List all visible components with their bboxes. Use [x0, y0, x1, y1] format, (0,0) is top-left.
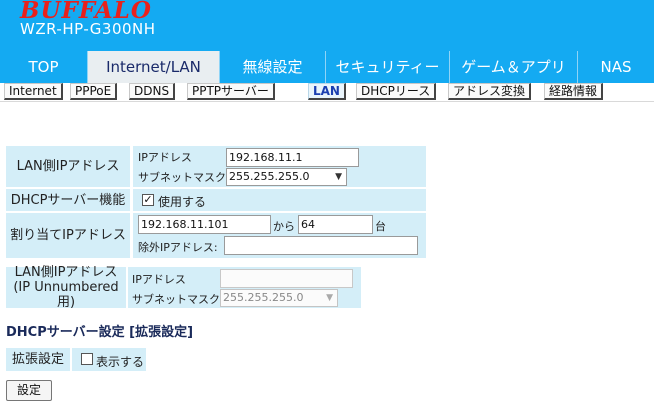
- unnumbered-mask-field-label: サブネットマスク: [132, 293, 220, 306]
- lan-ip-label: LAN側IPアドレス: [6, 146, 130, 187]
- unnumbered-ip-input[interactable]: [220, 269, 353, 288]
- unit-label: 台: [375, 220, 386, 233]
- extended-show-label: 表示する: [96, 355, 145, 369]
- submit-button[interactable]: 設定: [6, 380, 52, 401]
- chevron-down-icon: ▼: [326, 293, 333, 303]
- header-bar: BUFFALO WZR-HP-G300NH: [0, 0, 654, 51]
- section-title: DHCPサーバー設定 [拡張設定]: [6, 325, 194, 340]
- subtab-address-translation[interactable]: アドレス変換: [448, 83, 532, 100]
- dhcp-server-cell: ✓ 使用する: [133, 189, 426, 211]
- lan-mask-field-label: サブネットマスク: [138, 171, 226, 184]
- assign-start-input[interactable]: 192.168.11.101: [138, 215, 271, 234]
- assign-ip-label: 割り当てIPアドレス: [6, 213, 130, 258]
- dhcp-use-checkbox[interactable]: ✓: [142, 194, 154, 206]
- model-name: WZR-HP-G300NH: [20, 20, 156, 38]
- unnumbered-ip-field-label: IPアドレス: [132, 273, 186, 286]
- lan-ip-input[interactable]: 192.168.11.1: [226, 148, 359, 167]
- unnumbered-mask-select[interactable]: 255.255.255.0 ▼: [220, 289, 338, 307]
- subtab-lan[interactable]: LAN: [308, 83, 346, 100]
- lan-ip-field-label: IPアドレス: [138, 151, 192, 164]
- dhcp-use-label: 使用する: [158, 195, 207, 209]
- from-label: から: [273, 220, 295, 233]
- assign-count-input[interactable]: 64: [298, 215, 373, 234]
- unnumbered-label-line1: LAN側IPアドレス: [14, 265, 118, 280]
- subtab-ddns[interactable]: DDNS: [129, 83, 176, 100]
- subtab-dhcp-lease[interactable]: DHCPリース: [356, 83, 437, 100]
- subnav-divider: [0, 101, 654, 102]
- dhcp-server-label: DHCPサーバー機能: [6, 189, 130, 211]
- unnumbered-label-line2: (IP Unnumbered用): [13, 280, 119, 310]
- subtab-routing-info[interactable]: 経路情報: [544, 83, 604, 100]
- unnumbered-label: LAN側IPアドレス (IP Unnumbered用): [6, 265, 126, 310]
- tab-game-apps[interactable]: ゲーム＆アプリ: [450, 51, 578, 83]
- exclude-ip-label: 除外IPアドレス:: [138, 241, 218, 254]
- chevron-down-icon: ▼: [335, 172, 342, 182]
- unnumbered-cell: IPアドレス サブネットマスク 255.255.255.0 ▼: [128, 267, 361, 308]
- assign-ip-cell: 192.168.11.101 から 64 台 除外IPアドレス:: [133, 213, 426, 258]
- extended-cell: 表示する: [72, 348, 146, 371]
- extended-show-checkbox[interactable]: [81, 353, 93, 365]
- tab-top[interactable]: TOP: [0, 51, 88, 83]
- lan-ip-cell: IPアドレス 192.168.11.1 サブネットマスク 255.255.255…: [133, 146, 426, 187]
- subtab-pptp-server[interactable]: PPTPサーバー: [187, 83, 275, 100]
- lan-mask-value: 255.255.255.0: [229, 170, 310, 183]
- tab-nas[interactable]: NAS: [578, 51, 654, 83]
- tab-wireless[interactable]: 無線設定: [220, 51, 326, 83]
- unnumbered-mask-value: 255.255.255.0: [223, 291, 304, 304]
- sub-nav: Internet PPPoE DDNS PPTPサーバー LAN DHCPリース…: [0, 83, 654, 101]
- subtab-internet[interactable]: Internet: [4, 83, 63, 100]
- extended-label: 拡張設定: [6, 348, 70, 371]
- main-nav: TOP Internet/LAN 無線設定 セキュリティー ゲーム＆アプリ NA…: [0, 51, 654, 83]
- tab-internet-lan[interactable]: Internet/LAN: [88, 51, 220, 83]
- tab-security[interactable]: セキュリティー: [326, 51, 450, 83]
- subtab-pppoe[interactable]: PPPoE: [70, 83, 118, 100]
- lan-mask-select[interactable]: 255.255.255.0 ▼: [226, 168, 347, 186]
- exclude-ip-input[interactable]: [224, 236, 418, 255]
